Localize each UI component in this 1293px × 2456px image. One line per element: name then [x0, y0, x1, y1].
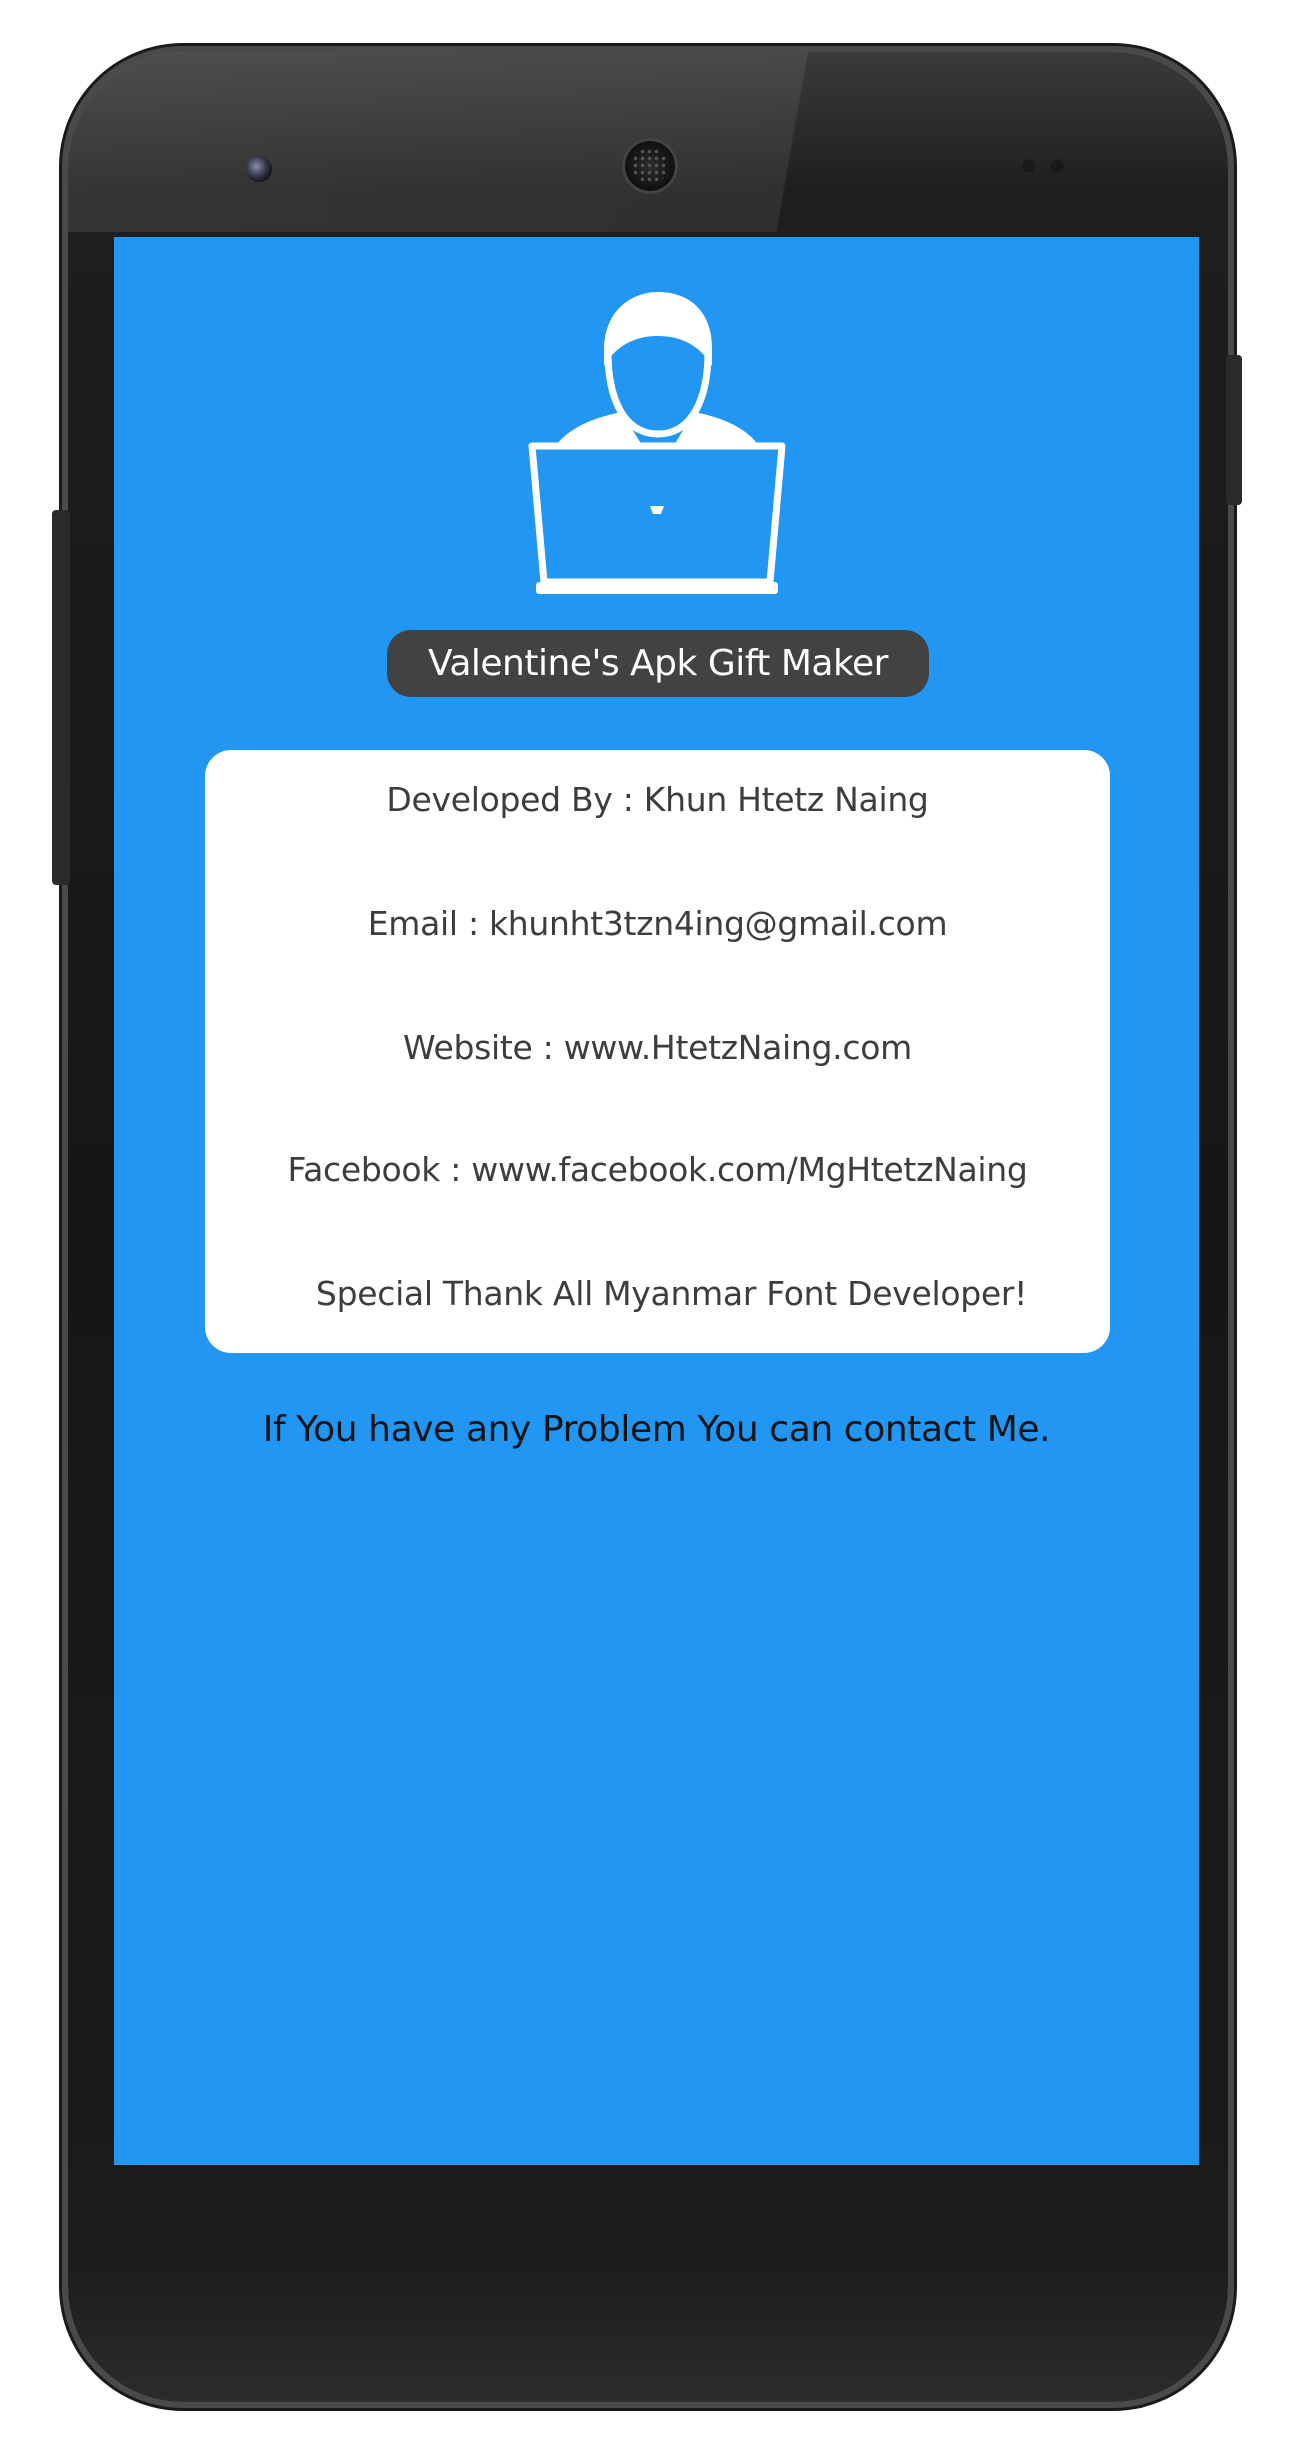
developer-info-card: Developed By : Khun Htetz Naing Email : …	[205, 750, 1110, 1353]
app-title-badge: Valentine's Apk Gift Maker	[387, 630, 929, 697]
facebook-link[interactable]: Facebook : www.facebook.com/MgHtetzNaing	[205, 1150, 1110, 1189]
thanks-text: Special Thank All Myanmar Font Developer…	[315, 1274, 1028, 1313]
developer-name: Developed By : Khun Htetz Naing	[386, 780, 929, 819]
power-button	[1226, 355, 1242, 505]
website-link[interactable]: Website : www.HtetzNaing.com	[205, 1028, 1110, 1067]
volume-button	[52, 510, 70, 885]
speaker-grille-icon	[622, 138, 678, 194]
proximity-sensors	[1022, 158, 1082, 176]
email-link[interactable]: Email : khunht3tzn4ing@gmail.com	[205, 904, 1110, 943]
developer-at-laptop-icon	[528, 292, 786, 594]
camera-icon	[246, 156, 272, 182]
app-screen: Valentine's Apk Gift Maker Developed By …	[114, 237, 1199, 2165]
contact-note: If You have any Problem You can contact …	[262, 1409, 1051, 1450]
